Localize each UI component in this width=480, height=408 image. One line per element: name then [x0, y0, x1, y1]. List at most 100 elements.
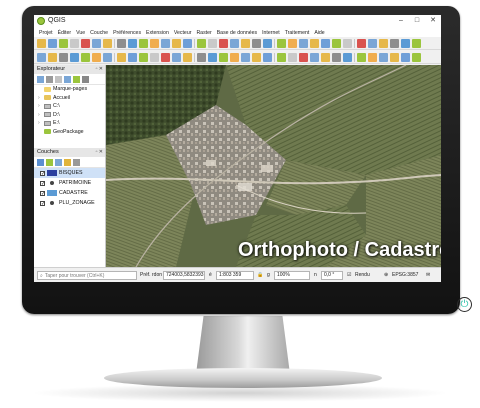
menu-item[interactable]: Raster: [196, 30, 211, 36]
locator-search[interactable]: ⌕ Taper pour trouver (Ctrl+K): [37, 271, 137, 280]
attribute-table-icon[interactable]: [368, 52, 377, 62]
print-icon[interactable]: [310, 38, 319, 48]
menu-item[interactable]: Projet: [39, 30, 53, 36]
new-project-icon[interactable]: [263, 38, 272, 48]
measure-icon[interactable]: [172, 38, 181, 48]
zoom-in-icon[interactable]: [117, 38, 126, 48]
statistics-icon[interactable]: [219, 38, 228, 48]
rotation-field[interactable]: 0,0 °: [321, 271, 343, 280]
panel-float-close-icon[interactable]: ▫ ✕: [96, 148, 103, 157]
select-icon[interactable]: [128, 52, 137, 62]
power-icon[interactable]: ⏻: [457, 297, 472, 312]
crs-icon[interactable]: ⊕: [384, 271, 388, 280]
statistics-icon[interactable]: [390, 52, 399, 62]
pan-icon[interactable]: [332, 38, 341, 48]
expand-all-icon[interactable]: [73, 158, 80, 166]
layer-item[interactable]: ✓ PLU_ZONAGE: [34, 198, 105, 208]
layout-icon[interactable]: [263, 52, 272, 62]
menu-item[interactable]: Traitement: [285, 30, 310, 36]
annotation-icon[interactable]: [241, 38, 250, 48]
browser-item[interactable]: › D:\: [34, 111, 105, 120]
coordinate-field[interactable]: 724003,5832393: [163, 271, 205, 280]
select-icon[interactable]: [357, 52, 366, 62]
pan-icon[interactable]: [48, 52, 57, 62]
save-icon[interactable]: [288, 38, 297, 48]
annotation-icon[interactable]: [183, 52, 192, 62]
measure-icon[interactable]: [401, 38, 410, 48]
field-calculator-icon[interactable]: [379, 52, 388, 62]
minimize-button[interactable]: –: [395, 16, 407, 26]
browser-item[interactable]: › E:\: [34, 119, 105, 128]
filter-icon[interactable]: [55, 75, 62, 83]
zoom-full-icon[interactable]: [139, 38, 148, 48]
chevron-right-icon[interactable]: ›: [38, 94, 42, 103]
menu-item[interactable]: Vecteur: [174, 30, 192, 36]
close-button[interactable]: ✕: [427, 16, 439, 26]
statistics-icon[interactable]: [161, 52, 170, 62]
zoom-out-icon[interactable]: [70, 52, 79, 62]
panel-float-close-icon[interactable]: ▫ ✕: [96, 65, 103, 74]
open-icon[interactable]: [277, 38, 286, 48]
toolbox-icon[interactable]: [230, 38, 239, 48]
save-as-icon[interactable]: [299, 38, 308, 48]
properties-icon[interactable]: [73, 75, 80, 83]
layer-item[interactable]: ✓ CADASTRE: [34, 188, 105, 198]
zoom-field[interactable]: 100%: [274, 271, 310, 280]
menu-item[interactable]: Extension: [146, 30, 169, 36]
refresh-icon[interactable]: [321, 52, 330, 62]
layer-visibility-checkbox[interactable]: ✓: [40, 170, 45, 176]
layout-icon[interactable]: [321, 38, 330, 48]
render-checkbox[interactable]: ☑: [347, 271, 351, 280]
pan-icon[interactable]: [103, 38, 112, 48]
filter-legend-icon[interactable]: [64, 158, 71, 166]
open-icon[interactable]: [48, 38, 57, 48]
zoom-in-icon[interactable]: [343, 38, 352, 48]
add-selected-icon[interactable]: [46, 75, 53, 83]
field-calculator-icon[interactable]: [208, 38, 217, 48]
manage-visibility-icon[interactable]: [55, 158, 62, 166]
measure-icon[interactable]: [117, 52, 126, 62]
select-icon[interactable]: [412, 38, 421, 48]
layer-visibility-checkbox[interactable]: ✓: [40, 190, 45, 196]
new-project-icon[interactable]: [208, 52, 217, 62]
layer-item[interactable]: ✓ BISQUES: [34, 168, 105, 178]
menu-item[interactable]: Éditer: [58, 30, 72, 36]
field-calculator-icon[interactable]: [150, 52, 159, 62]
layout-icon[interactable]: [37, 52, 46, 62]
layer-visibility-checkbox[interactable]: ✓: [40, 180, 45, 186]
browser-item[interactable]: GeoPackage: [34, 128, 105, 137]
new-project-icon[interactable]: [37, 38, 46, 48]
browser-item[interactable]: › C:\: [34, 102, 105, 111]
crs-label[interactable]: EPSG:3857: [392, 271, 418, 280]
refresh-icon[interactable]: [92, 52, 101, 62]
layout-icon[interactable]: [92, 38, 101, 48]
zoom-out-icon[interactable]: [299, 52, 308, 62]
collapse-all-icon[interactable]: [64, 75, 71, 83]
chevron-right-icon[interactable]: ›: [38, 102, 42, 111]
save-as-icon[interactable]: [241, 52, 250, 62]
annotation-icon[interactable]: [412, 52, 421, 62]
print-icon[interactable]: [81, 38, 90, 48]
browser-item[interactable]: › Accueil: [34, 94, 105, 103]
map-tips-icon[interactable]: [252, 38, 261, 48]
zoom-out-icon[interactable]: [128, 38, 137, 48]
layer-item[interactable]: ✓ PATRIMOINE: [34, 178, 105, 188]
add-group-icon[interactable]: [46, 158, 53, 166]
menu-item[interactable]: Préférences: [113, 30, 141, 36]
chevron-right-icon[interactable]: ›: [38, 111, 42, 120]
pan-icon[interactable]: [277, 52, 286, 62]
layer-style-icon[interactable]: [37, 158, 44, 166]
attribute-table-icon[interactable]: [197, 38, 206, 48]
lock-scale-icon[interactable]: 🔒: [257, 271, 263, 280]
toolbox-icon[interactable]: [172, 52, 181, 62]
chevron-right-icon[interactable]: ›: [38, 119, 42, 128]
identify-icon[interactable]: [161, 38, 170, 48]
menu-item[interactable]: Vue: [76, 30, 85, 36]
scale-field[interactable]: 1:803 359: [216, 271, 254, 280]
attribute-table-icon[interactable]: [139, 52, 148, 62]
zoom-in-icon[interactable]: [59, 52, 68, 62]
open-icon[interactable]: [219, 52, 228, 62]
refresh-icon[interactable]: [379, 38, 388, 48]
browser-item[interactable]: Marque-pages: [34, 85, 105, 94]
measure-icon[interactable]: [343, 52, 352, 62]
